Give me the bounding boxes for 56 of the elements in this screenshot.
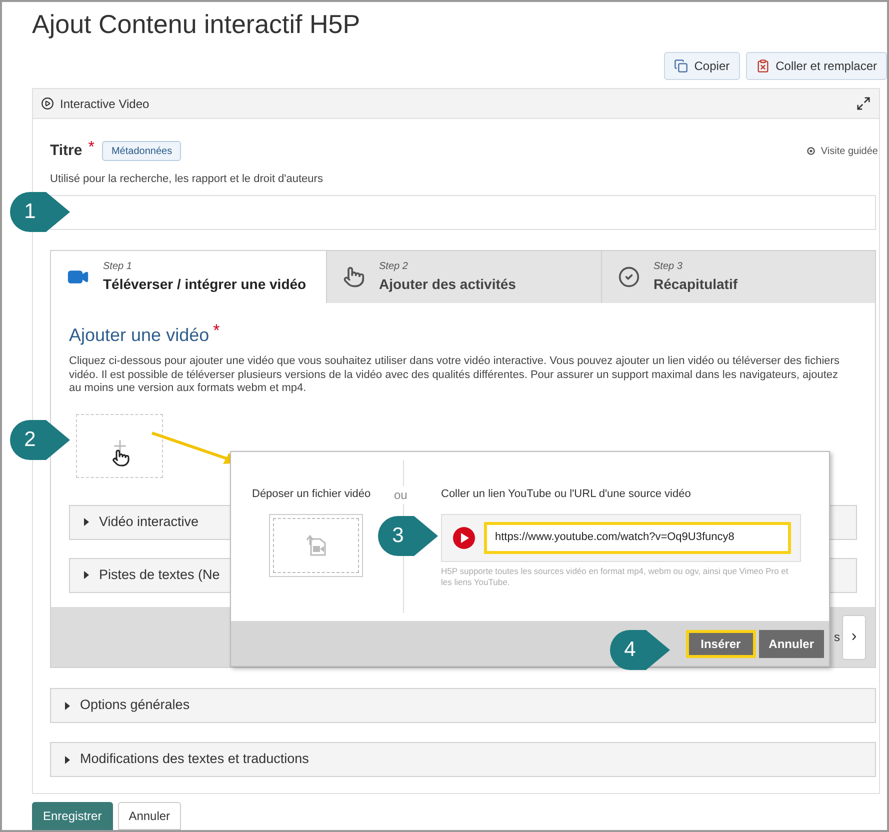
hand-cursor-icon (112, 449, 130, 467)
drop-label: Déposer un fichier vidéo (252, 487, 371, 502)
dialog-button[interactable]: Insérer (686, 630, 756, 658)
toolbar-button[interactable]: Coller et remplacer (746, 52, 887, 80)
step-tab[interactable]: Step 1 Téléverser / intégrer une vidéo (51, 251, 326, 303)
accordion-label: Modifications des textes et traductions (80, 750, 309, 768)
accordion-header[interactable]: Options générales (50, 688, 876, 723)
step-label: Récapitulatif (654, 275, 738, 294)
required-mark: * (213, 320, 220, 342)
expand-icon[interactable] (856, 96, 871, 111)
accordion-label: Pistes de textes (Ne (99, 566, 220, 584)
accordion-label: Options générales (80, 696, 190, 714)
or-label: ou (393, 486, 408, 504)
callout-marker: 2 (8, 418, 72, 462)
accordion-header[interactable]: Modifications des textes et traductions (50, 742, 876, 777)
section-heading: Ajouter une vidéo (69, 324, 210, 347)
form-button[interactable]: Annuler (118, 802, 182, 830)
url-label: Coller un lien YouTube ou l'URL d'une source vidéo (441, 487, 692, 502)
required-mark: * (88, 138, 94, 158)
guided-tour-link[interactable]: Visite guidée (806, 144, 878, 159)
url-input-field[interactable]: https://www.youtube.com/watch?v=Oq9U3funcy8 (484, 522, 791, 554)
metadata-button[interactable]: Métadonnées (102, 141, 182, 162)
field-label: Titre (50, 141, 82, 161)
step-label: Ajouter des activités (379, 275, 516, 294)
next-button[interactable]: › (842, 614, 866, 660)
form-button[interactable]: Enregistrer (32, 802, 113, 830)
caret-icon (65, 756, 70, 764)
step-number: Step 2 (379, 260, 409, 274)
caret-icon (84, 518, 89, 526)
toolbar-button[interactable]: Copier (664, 52, 740, 80)
callout-marker: 4 (608, 628, 672, 672)
caret-icon (84, 571, 89, 579)
play-circle-icon (41, 97, 54, 110)
hand-tap-icon (343, 266, 365, 288)
accordion-label: Vidéo interactive (99, 512, 199, 531)
step-number: Step 3 (654, 260, 684, 274)
callout-marker: 3 (376, 514, 440, 558)
step-label: Téléverser / intégrer une vidéo (103, 275, 306, 294)
title-input-field[interactable] (50, 195, 876, 230)
check-circle-icon (618, 266, 640, 288)
target-icon (806, 147, 815, 156)
section-description: Cliquez ci-dessous pour ajouter une vidéo que vous souhaitez utiliser dans votre vidéo interactive. Vous pouvez ajouter un lien vidéo ou téléverser des fichiers vidéo. Il est possible de téléverser plusieurs versions de la vidéo avec des qualités différentes. Pour assurer un support maximal dans les navigateurs, ajoutez au moins une version aux formats webm et mp4. (69, 355, 840, 396)
paste-icon (756, 59, 770, 73)
callout-marker: 1 (8, 190, 72, 234)
page-title: Ajout Contenu interactif H5P (31, 8, 362, 41)
panel-title: Interactive Video (60, 96, 150, 112)
field-description: Utilisé pour la recherche, les rapport et le droit d'auteurs (50, 172, 324, 186)
play-button-icon (453, 526, 475, 548)
video-file-upload-icon (305, 533, 327, 557)
caret-icon (65, 702, 70, 710)
url-hint: H5P supporte toutes les sources vidéo en format mp4, webm ou ogv, ainsi que Vimeo Pro et les liens YouTube. (441, 566, 790, 588)
step-number: Step 1 (103, 260, 133, 274)
file-drop-zone[interactable] (269, 514, 363, 576)
button-label-fragment: s (834, 629, 840, 646)
copy-icon (674, 59, 688, 73)
dialog-button[interactable]: Annuler (758, 630, 824, 658)
